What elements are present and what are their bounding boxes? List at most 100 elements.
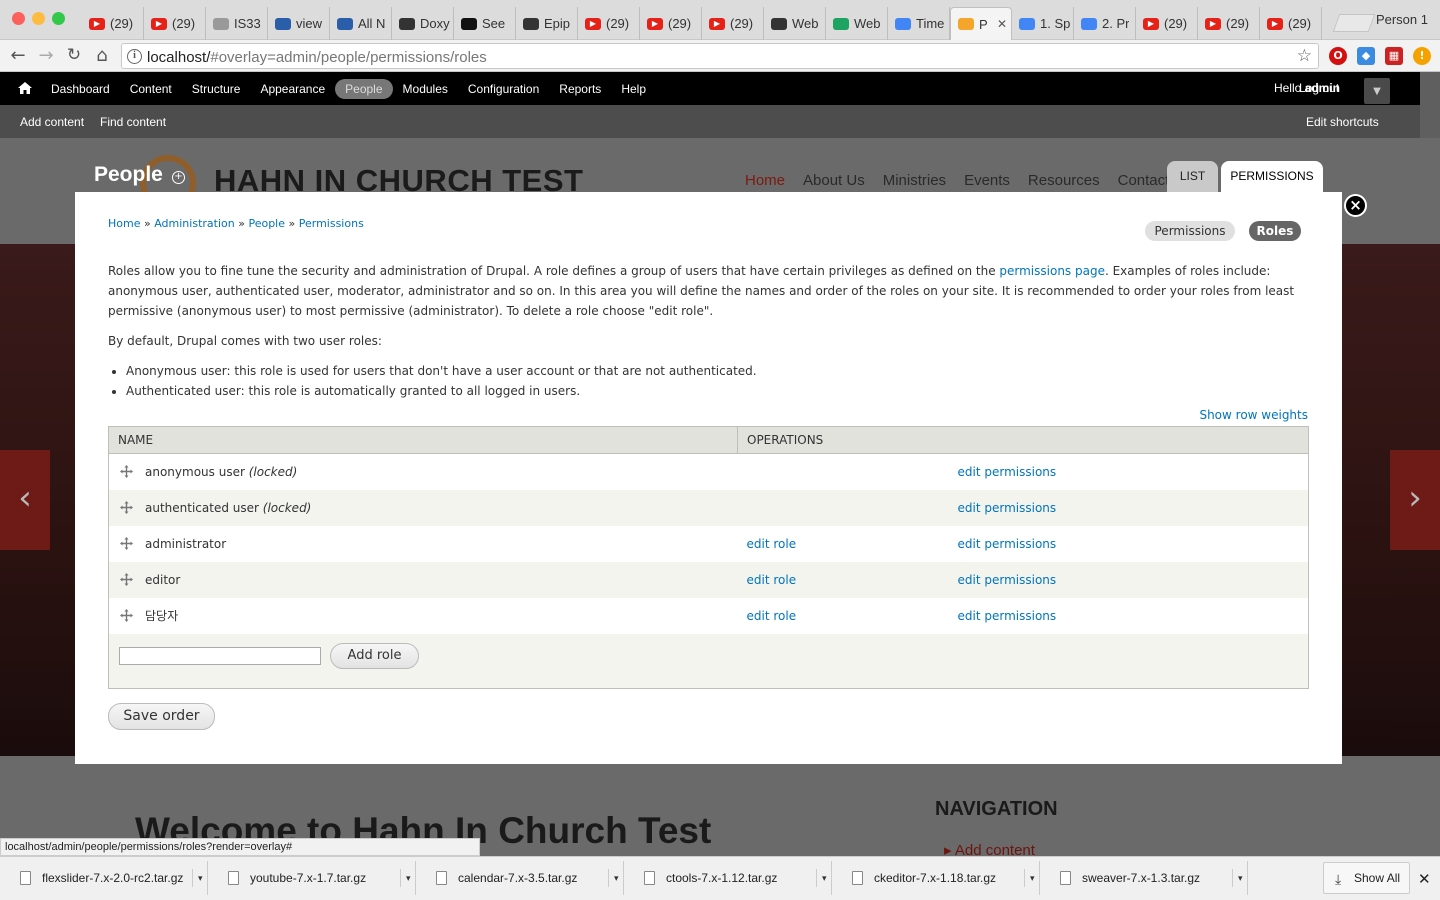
browser-tab[interactable]: ▶ (29) [144,7,206,40]
extension-icon[interactable]: ◆ [1357,47,1375,65]
bookmark-star-icon[interactable]: ☆ [1297,46,1312,66]
breadcrumb-link-home[interactable]: Home [108,217,140,230]
show-row-weights-link[interactable]: Show row weights [1199,408,1308,422]
admin-menu-item-modules[interactable]: Modules [393,79,458,99]
browser-tab[interactable]: 2. Pr [1074,7,1136,40]
browser-tab[interactable]: See [454,7,516,40]
edit-shortcuts-link[interactable]: Edit shortcuts [1306,115,1379,129]
new-role-name-input[interactable] [119,646,321,665]
site-menu-item[interactable]: Home [745,172,785,189]
chevron-down-icon[interactable]: ▾ [400,869,411,887]
profile-name[interactable]: Person 1 [1376,12,1428,27]
save-order-button[interactable]: Save order [108,703,215,730]
edit-permissions-link[interactable]: edit permissions [958,465,1057,479]
chevron-down-icon[interactable]: ▾ [816,869,827,887]
browser-tab[interactable]: Time [888,7,950,40]
download-item[interactable]: flexslider-7.x-2.0-rc2.tar.gz ▾ [2,861,208,895]
calendar-extension-icon[interactable]: ▦ [1385,47,1403,65]
browser-tab[interactable]: ▶ (29) [1136,7,1198,40]
browser-tab[interactable]: ▶ (29) [1198,7,1260,40]
edit-role-link[interactable]: edit role [747,537,797,551]
browser-tab[interactable]: P ✕ [950,7,1012,40]
browser-tab[interactable]: Epip [516,7,578,40]
chevron-down-icon[interactable]: ▾ [608,869,619,887]
drag-handle-icon[interactable] [120,536,133,550]
chevron-down-icon[interactable]: ▾ [1024,869,1035,887]
close-tab-icon[interactable]: ✕ [997,17,1007,31]
browser-tab[interactable]: ▶ (29) [640,7,702,40]
edit-permissions-link[interactable]: edit permissions [958,609,1057,623]
tab-permissions[interactable]: PERMISSIONS [1221,161,1323,192]
browser-tab[interactable]: IS33 [206,7,268,40]
drag-handle-icon[interactable] [120,500,133,514]
url-text[interactable]: localhost/#overlay=admin/people/permissi… [147,49,487,66]
window-close-button[interactable] [12,12,25,25]
drag-handle-icon[interactable] [120,609,133,622]
admin-menu-item-content[interactable]: Content [120,79,182,99]
breadcrumb-link-people[interactable]: People [248,217,285,230]
breadcrumb-link-permissions[interactable]: Permissions [299,217,364,230]
browser-tab[interactable]: view [268,7,330,40]
browser-tab[interactable]: Web [826,7,888,40]
edit-role-link[interactable]: edit role [747,573,797,587]
home-icon[interactable]: ⌂ [91,45,113,66]
admin-menu-item-reports[interactable]: Reports [549,79,611,99]
drag-handle-icon[interactable] [120,572,133,586]
window-minimize-button[interactable] [32,12,45,25]
admin-menu-item-people[interactable]: People [335,78,393,99]
chevron-down-icon[interactable]: ▾ [192,869,203,887]
browser-tab[interactable]: ▶ (29) [1260,7,1322,40]
shortcut-find-content[interactable]: Find content [100,115,166,129]
browser-tab[interactable]: ▶ (29) [702,7,764,40]
slider-prev-icon[interactable]: ‹ [0,450,50,550]
slider-next-icon[interactable]: › [1390,450,1440,550]
forward-icon[interactable]: → [35,45,57,66]
toolbar-drawer-toggle-icon[interactable]: ▼ [1364,78,1390,104]
download-item[interactable]: sweaver-7.x-1.3.tar.gz ▾ [1042,861,1248,895]
drag-handle-icon[interactable] [120,464,133,478]
logout-link[interactable]: Log out [1299,81,1339,95]
browser-tab[interactable]: ▶ (29) [578,7,640,40]
admin-menu-item-help[interactable]: Help [611,79,656,99]
breadcrumb-link-administration[interactable]: Administration [154,217,235,230]
secondary-tab-roles[interactable]: Roles [1249,221,1301,241]
add-role-button[interactable]: Add role [330,642,419,669]
download-item[interactable]: ckeditor-7.x-1.18.tar.gz ▾ [834,861,1040,895]
add-shortcut-icon[interactable]: + [172,171,185,184]
opera-extension-icon[interactable]: O [1329,47,1347,65]
home-icon[interactable] [17,80,33,96]
admin-menu-item-structure[interactable]: Structure [182,79,251,99]
site-menu-item[interactable]: Resources [1028,172,1100,189]
site-menu-item[interactable]: Events [964,172,1010,189]
close-overlay-icon[interactable]: × [1344,194,1367,217]
download-item[interactable]: ctools-7.x-1.12.tar.gz ▾ [626,861,832,895]
admin-menu-item-configuration[interactable]: Configuration [458,79,549,99]
tab-list[interactable]: LIST [1167,161,1218,192]
new-tab-button[interactable] [1332,14,1376,32]
download-item[interactable]: youtube-7.x-1.7.tar.gz ▾ [210,861,416,895]
reload-icon[interactable]: ↻ [63,45,85,65]
window-zoom-button[interactable] [52,12,65,25]
admin-menu-item-dashboard[interactable]: Dashboard [41,79,120,99]
download-item[interactable]: calendar-7.x-3.5.tar.gz ▾ [418,861,624,895]
browser-tab[interactable]: Web [764,7,826,40]
permissions-page-link[interactable]: permissions page [999,264,1105,278]
browser-tab[interactable]: 1. Sp [1012,7,1074,40]
site-menu-item[interactable]: About Us [803,172,865,189]
site-menu-item[interactable]: Ministries [883,172,946,189]
browser-tab[interactable]: ▶ (29) [82,7,144,40]
browser-tab[interactable]: Doxy [392,7,454,40]
back-icon[interactable]: ← [7,45,29,66]
edit-permissions-link[interactable]: edit permissions [958,537,1057,551]
chevron-down-icon[interactable]: ▾ [1232,869,1243,887]
admin-menu-item-appearance[interactable]: Appearance [250,79,335,99]
close-downloads-icon[interactable]: ✕ [1418,870,1431,888]
show-all-button[interactable]: ⤓ Show All [1323,862,1410,894]
edit-role-link[interactable]: edit role [747,609,797,623]
warning-extension-icon[interactable]: ! [1413,47,1431,65]
info-icon[interactable]: i [127,49,142,64]
shortcut-add-content[interactable]: Add content [20,115,84,129]
address-bar[interactable]: i localhost/#overlay=admin/people/permis… [121,43,1319,69]
secondary-tab-permissions[interactable]: Permissions [1145,221,1235,241]
edit-permissions-link[interactable]: edit permissions [958,573,1057,587]
